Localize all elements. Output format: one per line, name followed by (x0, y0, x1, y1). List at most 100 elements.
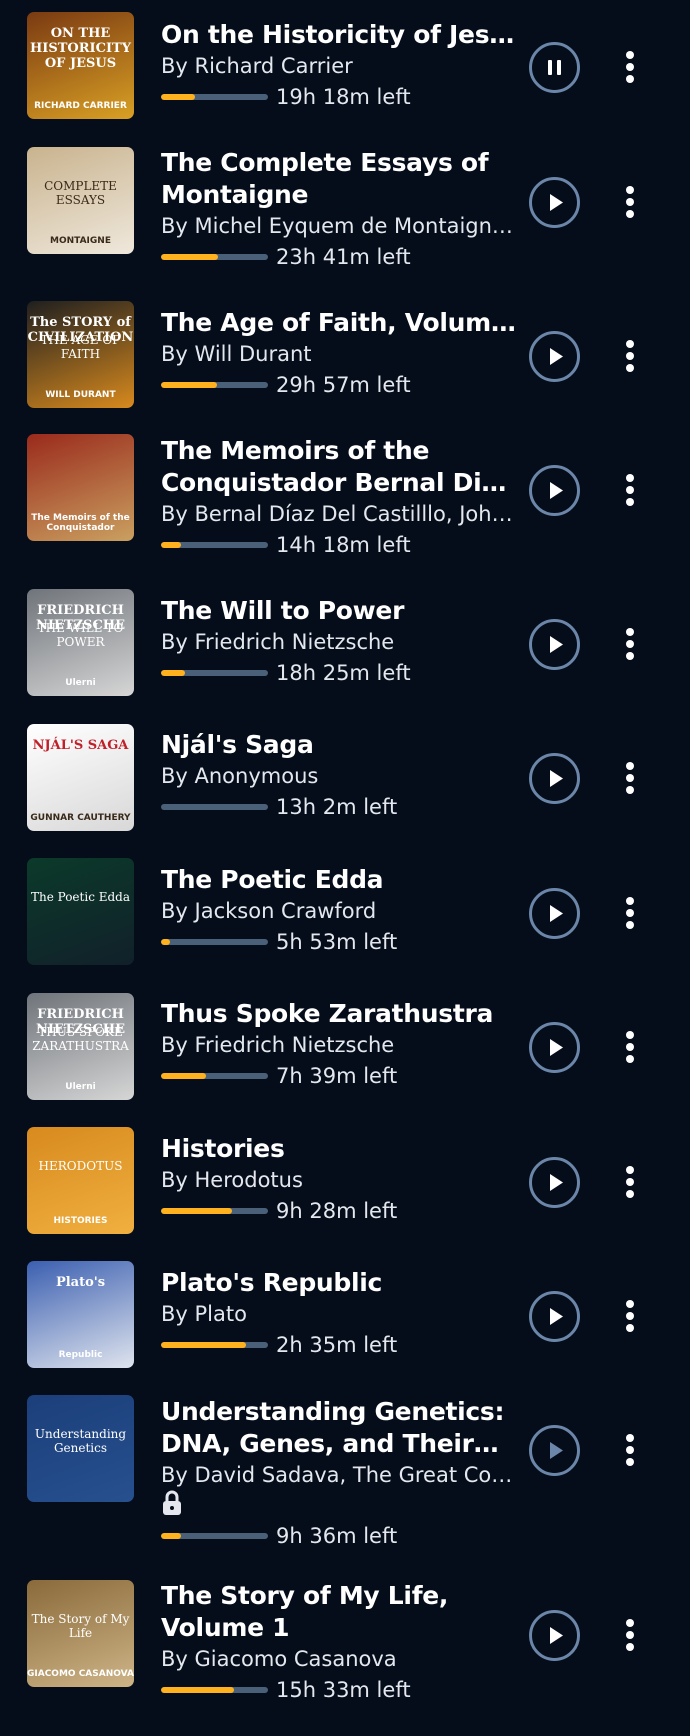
book-title[interactable]: On the Historicity of Jesus (161, 19, 516, 51)
book-title[interactable]: The Poetic Edda (161, 864, 516, 896)
more-options-button[interactable] (612, 1294, 648, 1338)
play-button[interactable] (529, 331, 580, 382)
book-author: By Plato (161, 1302, 247, 1326)
book-title[interactable]: The Memoirs of the Conquistador Bernal D… (161, 435, 516, 499)
progress-bar (161, 541, 268, 548)
play-icon (550, 1308, 563, 1325)
more-options-button[interactable] (612, 1613, 648, 1657)
cover-text-3: WILL DURANT (45, 390, 116, 400)
play-button[interactable] (529, 465, 580, 516)
cover-text-2: The Poetic Edda (30, 890, 131, 904)
book-author: By Herodotus (161, 1168, 303, 1192)
play-button[interactable] (529, 619, 580, 670)
progress-bar (161, 1072, 268, 1079)
more-options-button[interactable] (612, 1428, 648, 1472)
book-cover[interactable]: The STORY of CIVILIZATION THE AGE OF FAIT… (27, 301, 134, 408)
book-cover[interactable]: The Story of My Life GIACOMO CASANOVA (27, 1580, 134, 1687)
book-author: By Jackson Crawford (161, 899, 377, 923)
play-icon (550, 770, 563, 787)
more-vertical-icon (626, 1619, 634, 1651)
play-button[interactable] (529, 753, 580, 804)
cover-text-2: The Story of My Life (31, 1612, 130, 1640)
pause-button[interactable] (529, 42, 580, 93)
play-button[interactable] (529, 1157, 580, 1208)
book-cover[interactable]: NJÁL'S SAGA GUNNAR CAUTHERY (27, 724, 134, 831)
progress-bar (161, 938, 268, 945)
more-options-button[interactable] (612, 1025, 648, 1069)
cover-text-3: GUNNAR CAUTHERY (30, 813, 131, 823)
book-info: The Poetic Edda By Jackson Crawford 5h 53m… (161, 864, 516, 957)
more-vertical-icon (626, 186, 634, 218)
more-options-button[interactable] (612, 622, 648, 666)
book-info: Thus Spoke Zarathustra By Friedrich Nietz… (161, 998, 516, 1091)
more-options-button[interactable] (612, 756, 648, 800)
book-cover[interactable]: HERODOTUS HISTORIES (27, 1127, 134, 1234)
play-button[interactable] (529, 177, 580, 228)
progress-row: 29h 57m left (161, 369, 516, 400)
lock-icon (161, 1490, 516, 1520)
time-left: 9h 28m left (276, 1198, 398, 1223)
book-title[interactable]: Thus Spoke Zarathustra (161, 998, 516, 1030)
play-button[interactable] (529, 1425, 580, 1476)
time-left: 9h 36m left (276, 1523, 398, 1548)
play-icon (550, 1442, 563, 1459)
cover-text-2: THUS SPOKE ZARATHUSTRA (32, 1025, 129, 1053)
more-vertical-icon (626, 1434, 634, 1466)
book-info: Understanding Genetics: DNA, Genes, and … (161, 1396, 516, 1551)
book-title[interactable]: Understanding Genetics: DNA, Genes, and … (161, 1396, 516, 1460)
time-left: 19h 18m left (276, 84, 411, 109)
progress-bar (161, 253, 268, 260)
book-author: By Anonymous (161, 764, 319, 788)
book-title[interactable]: Histories (161, 1133, 516, 1165)
progress-bar (161, 93, 268, 100)
book-title[interactable]: The Will to Power (161, 595, 516, 627)
book-cover[interactable]: ON THE HISTORICITY OF JESUS RICHARD CARRI… (27, 12, 134, 119)
cover-text-3: Ulerni (65, 678, 96, 688)
progress-bar (161, 1341, 268, 1348)
book-cover[interactable]: Plato's Republic (27, 1261, 134, 1368)
play-button[interactable] (529, 1610, 580, 1661)
library-list: ON THE HISTORICITY OF JESUS RICHARD CARRI… (0, 0, 690, 1736)
progress-fill (161, 1207, 232, 1214)
book-cover[interactable]: The Memoirs of the Conquistador (27, 434, 134, 541)
progress-row: 5h 53m left (161, 926, 516, 957)
progress-row: 13h 2m left (161, 791, 516, 822)
progress-row: 9h 28m left (161, 1195, 516, 1226)
play-button[interactable] (529, 888, 580, 939)
play-button[interactable] (529, 1022, 580, 1073)
more-options-button[interactable] (612, 891, 648, 935)
book-cover[interactable]: COMPLETE ESSAYS MONTAIGNE (27, 147, 134, 254)
more-options-button[interactable] (612, 468, 648, 512)
book-cover[interactable]: Understanding Genetics (27, 1395, 134, 1502)
progress-row: 14h 18m left (161, 529, 516, 560)
book-title[interactable]: Plato's Republic (161, 1267, 516, 1299)
cover-text-2: HERODOTUS (38, 1159, 123, 1173)
book-cover[interactable]: FRIEDRICH NIETZSCHE THUS SPOKE ZARATHUSTR… (27, 993, 134, 1100)
more-vertical-icon (626, 762, 634, 794)
progress-fill (161, 541, 182, 548)
more-options-button[interactable] (612, 180, 648, 224)
book-title[interactable]: Njál's Saga (161, 729, 516, 761)
pause-icon (548, 60, 561, 75)
more-options-button[interactable] (612, 1160, 648, 1204)
book-info: Plato's Republic By Plato 2h 35m left (161, 1267, 516, 1360)
book-info: The Will to Power By Friedrich Nietzsche 1… (161, 595, 516, 688)
book-author: By David Sadava, The Great Cour... (161, 1463, 516, 1487)
cover-text-3: Ulerni (65, 1082, 96, 1092)
play-button[interactable] (529, 1291, 580, 1342)
book-title[interactable]: The Complete Essays of Montaigne (161, 147, 516, 211)
cover-text-1: Plato's (55, 1275, 106, 1290)
time-left: 5h 53m left (276, 929, 398, 954)
book-cover[interactable]: FRIEDRICH NIETZSCHE THE WILL TO POWER Uler… (27, 589, 134, 696)
book-title[interactable]: The Story of My Life, Volume 1 (161, 1580, 516, 1644)
more-options-button[interactable] (612, 45, 648, 89)
book-cover[interactable]: The Poetic Edda (27, 858, 134, 965)
play-icon (550, 905, 563, 922)
book-title[interactable]: The Age of Faith, Volume 4 (161, 307, 516, 339)
progress-bar (161, 1207, 268, 1214)
book-info: On the Historicity of Jesus By Richard Ca… (161, 19, 516, 112)
more-vertical-icon (626, 1300, 634, 1332)
play-icon (550, 348, 563, 365)
more-vertical-icon (626, 474, 634, 506)
more-options-button[interactable] (612, 334, 648, 378)
